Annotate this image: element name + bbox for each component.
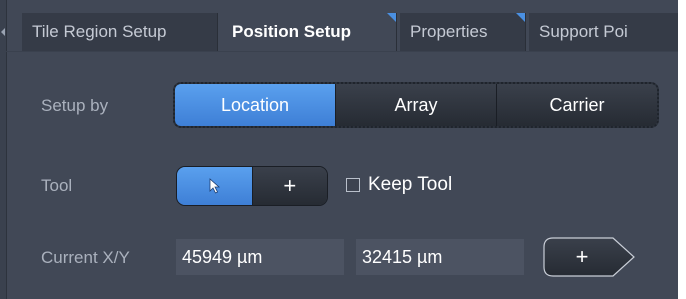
tab-tile-region-setup[interactable]: Tile Region Setup [22,13,218,51]
collapse-handle[interactable] [0,0,7,299]
keep-tool-label[interactable]: Keep Tool [368,174,452,196]
add-position-tool-button[interactable]: + [251,167,327,205]
segment-label: Array [394,94,438,115]
position-setup-panel: Tile Region Setup Position Setup Propert… [0,0,678,299]
collapse-arrow-icon [1,28,5,36]
tab-divider [6,51,678,52]
setup-by-array-button[interactable]: Array [335,84,496,126]
tab-strip: Tile Region Setup Position Setup Propert… [22,13,678,51]
pointer-tool-button[interactable] [177,167,252,205]
tab-corner-marker-icon [387,13,396,22]
tool-label: Tool [41,176,73,195]
plus-icon: + [575,244,589,269]
tab-properties[interactable]: Properties [400,13,526,51]
current-y-field[interactable]: 32415 µm [356,239,524,275]
current-xy-label: Current X/Y [41,248,130,267]
setup-by-location-button[interactable]: Location [175,84,335,126]
current-x-field[interactable]: 45949 µm [176,239,344,275]
tab-support-points[interactable]: Support Poi [529,13,678,51]
setup-by-label: Setup by [41,96,109,115]
tab-label: Properties [410,22,488,41]
tab-label: Tile Region Setup [32,22,167,41]
setup-by-carrier-button[interactable]: Carrier [496,84,657,126]
segment-label: Location [220,94,290,115]
tab-label: Position Setup [232,22,351,41]
tab-label: Support Poi [539,22,628,41]
add-current-position-button[interactable]: + [543,237,635,277]
tab-position-setup[interactable]: Position Setup [222,13,397,51]
setup-by-segmented-control: Location Array Carrier [173,82,659,128]
plus-icon: + [283,173,297,198]
tool-segmented-control: + [176,166,328,206]
segment-label: Carrier [549,94,605,115]
keep-tool-checkbox[interactable] [346,178,360,192]
tab-corner-marker-icon [516,13,525,22]
pointer-arrow-icon [209,178,221,194]
